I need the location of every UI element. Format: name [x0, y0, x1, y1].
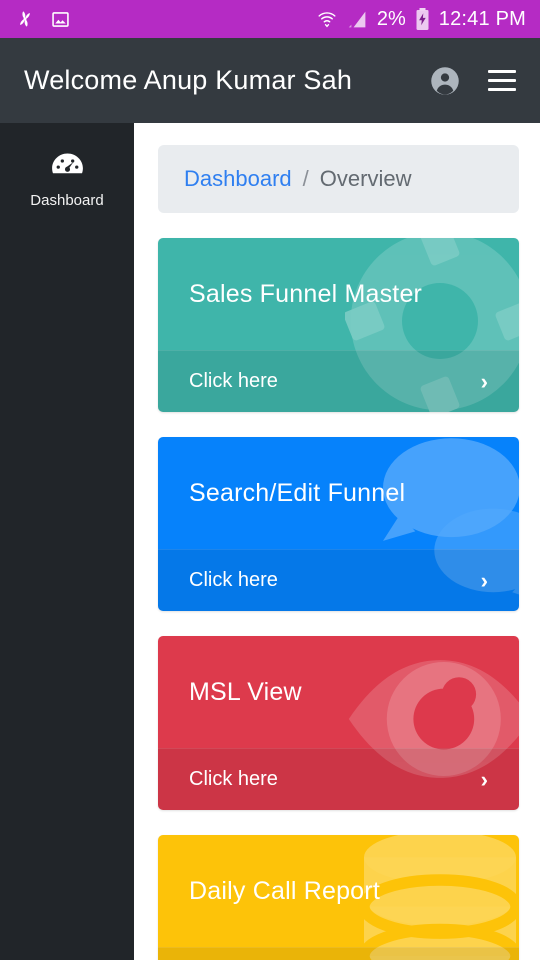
card-title: Search/Edit Funnel — [189, 478, 406, 507]
card-header: MSL View — [158, 636, 519, 748]
status-bar-right-icons: 2% 12:41 PM — [316, 8, 526, 31]
photo-icon — [50, 9, 71, 30]
card-daily-call-report[interactable]: Daily Call Report Click here › — [158, 835, 519, 960]
card-footer-link[interactable]: Click here › — [158, 748, 519, 810]
main-content: Dashboard / Overview Sales Funnel Master… — [134, 123, 540, 960]
card-footer-link[interactable]: Click here › — [158, 947, 519, 960]
burger-line — [488, 70, 516, 73]
chevron-right-icon: › — [480, 766, 488, 792]
header-actions — [430, 66, 516, 96]
sidebar-item-dashboard[interactable]: Dashboard — [0, 145, 134, 215]
status-bar: 2% 12:41 PM — [0, 0, 540, 38]
breadcrumb-current: Overview — [319, 166, 412, 191]
card-footer-link[interactable]: Click here › — [158, 549, 519, 611]
page-title: Welcome Anup Kumar Sah — [24, 65, 353, 95]
card-search-edit-funnel[interactable]: Search/Edit Funnel Click here › — [158, 437, 519, 611]
chevron-right-icon: › — [480, 368, 488, 394]
sidebar-item-label: Dashboard — [30, 192, 104, 209]
card-footer-link[interactable]: Click here › — [158, 350, 519, 412]
wifi-icon — [316, 8, 338, 30]
card-header: Daily Call Report — [158, 835, 519, 947]
card-action-label: Click here — [189, 569, 278, 591]
account-circle-icon[interactable] — [430, 66, 460, 96]
battery-percent-label: 2% — [376, 7, 406, 30]
card-title: Daily Call Report — [189, 876, 380, 905]
burger-line — [488, 79, 516, 82]
status-bar-left-icons — [14, 8, 71, 30]
card-action-label: Click here — [189, 370, 278, 392]
pinwheel-icon — [14, 8, 36, 30]
clock-label: 12:41 PM — [438, 7, 526, 30]
signal-icon — [347, 9, 368, 30]
card-header: Search/Edit Funnel — [158, 437, 519, 549]
hamburger-menu-icon[interactable] — [488, 70, 516, 91]
breadcrumb-link-dashboard[interactable]: Dashboard — [184, 166, 292, 192]
card-title: Sales Funnel Master — [189, 279, 423, 308]
card-title: MSL View — [189, 677, 302, 706]
chevron-right-icon: › — [480, 567, 488, 593]
breadcrumb: Dashboard / Overview — [158, 145, 519, 213]
breadcrumb-separator: / — [302, 166, 309, 191]
app-header: Welcome Anup Kumar Sah — [0, 38, 540, 123]
sidebar: Dashboard — [0, 123, 134, 960]
speedometer-icon — [51, 151, 84, 183]
battery-charging-icon — [415, 8, 430, 30]
card-sales-funnel-master[interactable]: Sales Funnel Master Click here › — [158, 238, 519, 412]
card-msl-view[interactable]: MSL View Click here › — [158, 636, 519, 810]
burger-line — [488, 88, 516, 91]
card-action-label: Click here — [189, 768, 278, 790]
card-header: Sales Funnel Master — [158, 238, 519, 350]
